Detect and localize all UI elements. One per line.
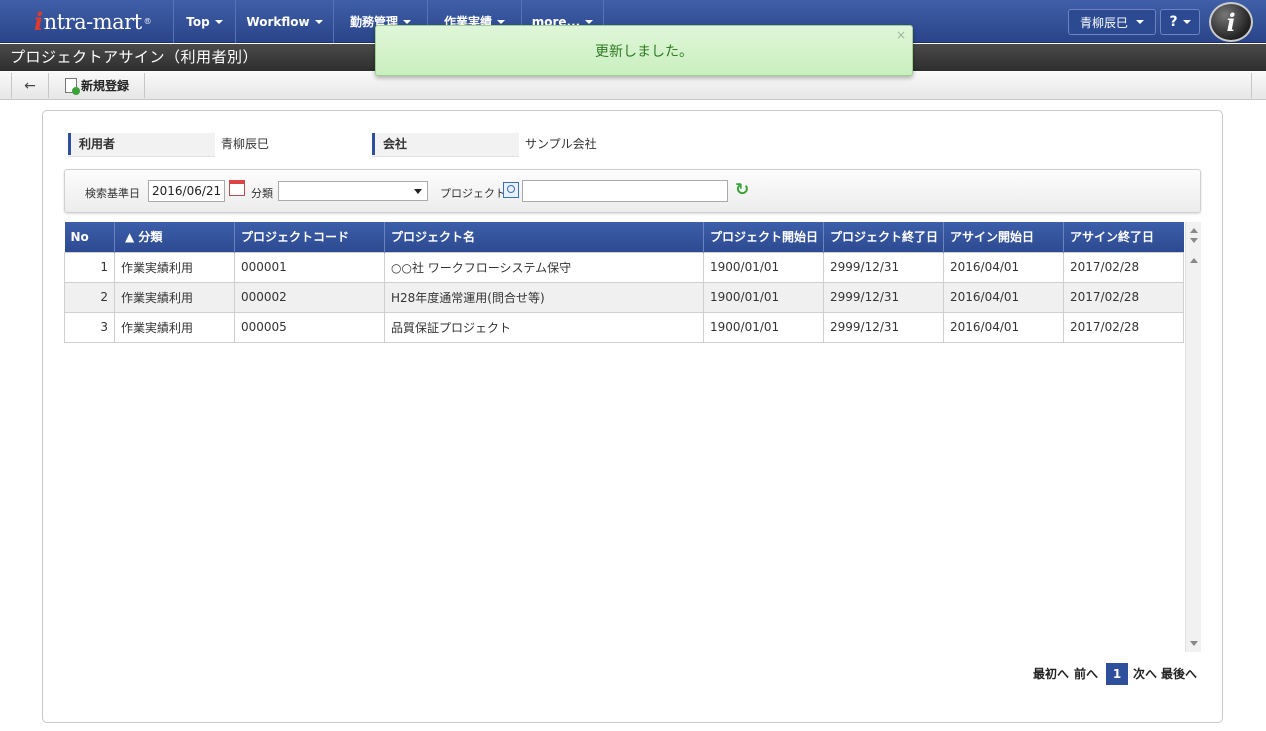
cell-project-end: 2999/12/31 <box>823 311 944 343</box>
pager-first[interactable]: 最初へ <box>1033 663 1069 683</box>
cell-code: 000001 <box>234 251 385 283</box>
new-registration-button[interactable]: 新規登録 <box>50 73 145 98</box>
cell-no: 3 <box>64 311 115 343</box>
table-row[interactable]: 3 作業実績利用 000005 品質保証プロジェクト 1900/01/01 29… <box>64 311 1184 343</box>
chevron-down-icon <box>214 19 223 24</box>
logo-text: ntra-mart <box>43 9 143 34</box>
new-document-icon <box>64 78 80 95</box>
col-header-category[interactable]: ▲ 分類 <box>114 222 235 252</box>
cell-project-start: 1900/01/01 <box>703 311 824 343</box>
intra-mart-logo[interactable]: i ntra-mart ® <box>0 0 172 43</box>
grid-scrollbar[interactable] <box>1185 222 1201 652</box>
nav-workflow[interactable]: Workflow <box>235 0 333 43</box>
close-icon[interactable]: × <box>896 28 906 42</box>
cell-assign-start: 2016/04/01 <box>943 251 1064 283</box>
col-header-name[interactable]: プロジェクト名 <box>384 222 704 252</box>
nav-top[interactable]: Top <box>173 0 235 43</box>
help-menu-button[interactable]: ? <box>1160 9 1200 35</box>
scroll-up-icon[interactable] <box>1190 228 1198 233</box>
cell-category: 作業実績利用 <box>114 281 235 313</box>
chevron-down-icon <box>403 19 411 24</box>
cell-no: 1 <box>64 251 115 283</box>
project-label: プロジェクト <box>440 187 506 200</box>
col-header-code[interactable]: プロジェクトコード <box>234 222 385 252</box>
logo-mark: i <box>34 7 43 36</box>
cell-no: 2 <box>64 281 115 313</box>
cell-name: ○○社 ワークフローシステム保守 <box>384 251 704 283</box>
table-row[interactable]: 2 作業実績利用 000002 H28年度通常運用(問合せ等) 1900/01/… <box>64 281 1184 313</box>
chevron-down-icon <box>1136 20 1144 24</box>
pager-prev[interactable]: 前へ <box>1074 663 1098 683</box>
cell-assign-start: 2016/04/01 <box>943 281 1064 313</box>
company-value: サンプル会社 <box>519 133 1199 157</box>
cell-project-end: 2999/12/31 <box>823 251 944 283</box>
cell-code: 000005 <box>234 311 385 343</box>
cell-name: H28年度通常運用(問合せ等) <box>384 281 704 313</box>
user-label: 利用者 <box>68 133 215 155</box>
cell-category: 作業実績利用 <box>114 251 235 283</box>
table-header-row: No ▲ 分類 プロジェクトコード プロジェクト名 プロジェクト開始日 プロジェ… <box>64 222 1184 252</box>
pager-last[interactable]: 最後へ <box>1161 663 1197 683</box>
brand-badge-icon[interactable]: i <box>1209 2 1253 42</box>
pager-next[interactable]: 次へ <box>1133 663 1157 683</box>
cell-project-start: 1900/01/01 <box>703 251 824 283</box>
col-header-assign-end[interactable]: アサイン終了日 <box>1063 222 1184 252</box>
cell-assign-end: 2017/02/28 <box>1063 251 1184 283</box>
success-toast: 更新しました。 × <box>375 25 913 76</box>
user-menu-button[interactable]: 青柳辰巳 <box>1068 9 1156 35</box>
cell-project-end: 2999/12/31 <box>823 281 944 313</box>
cell-assign-end: 2017/02/28 <box>1063 311 1184 343</box>
toolbar-divider <box>1251 73 1252 98</box>
category-label: 分類 <box>251 187 273 200</box>
base-date-input[interactable]: 2016/06/21 <box>148 180 225 202</box>
scroll-up-icon[interactable] <box>1190 258 1198 263</box>
cell-code: 000002 <box>234 281 385 313</box>
chevron-down-icon <box>585 19 594 24</box>
scroll-down-icon[interactable] <box>1190 641 1198 646</box>
cell-assign-start: 2016/04/01 <box>943 311 1064 343</box>
table-row[interactable]: 1 作業実績利用 000001 ○○社 ワークフローシステム保守 1900/01… <box>64 251 1184 283</box>
cell-name: 品質保証プロジェクト <box>384 311 704 343</box>
toast-message: 更新しました。 <box>595 43 693 60</box>
col-header-assign-start[interactable]: アサイン開始日 <box>943 222 1064 252</box>
cell-assign-end: 2017/02/28 <box>1063 281 1184 313</box>
chevron-down-icon <box>497 19 505 24</box>
arrow-left-icon: ← <box>24 77 36 94</box>
chevron-down-icon <box>1182 20 1191 24</box>
calendar-icon[interactable] <box>229 180 245 196</box>
user-value: 青柳辰巳 <box>215 133 372 157</box>
user-info-row: 利用者 青柳辰巳 会社 サンプル会社 <box>68 133 1199 157</box>
cell-category: 作業実績利用 <box>114 311 235 343</box>
dropdown-arrow-icon <box>414 189 422 194</box>
project-input[interactable] <box>522 180 728 202</box>
refresh-icon[interactable]: ↻ <box>735 182 751 199</box>
search-bar: 検索基準日 2016/06/21 分類 プロジェクト ↻ <box>64 169 1201 213</box>
scroll-down-icon[interactable] <box>1190 238 1198 243</box>
logo-registered-mark: ® <box>143 17 152 26</box>
col-header-project-start[interactable]: プロジェクト開始日 <box>703 222 824 252</box>
pager-current-page[interactable]: 1 <box>1106 663 1128 685</box>
project-table: No ▲ 分類 プロジェクトコード プロジェクト名 プロジェクト開始日 プロジェ… <box>64 222 1184 343</box>
search-icon[interactable] <box>503 182 519 198</box>
company-label: 会社 <box>372 133 519 155</box>
cell-project-start: 1900/01/01 <box>703 281 824 313</box>
col-header-no[interactable]: No <box>64 222 115 252</box>
back-button[interactable]: ← <box>11 73 49 98</box>
chevron-down-icon <box>314 19 323 24</box>
category-select[interactable] <box>278 181 428 201</box>
col-header-project-end[interactable]: プロジェクト終了日 <box>823 222 944 252</box>
date-label: 検索基準日 <box>85 187 140 200</box>
project-grid: No ▲ 分類 プロジェクトコード プロジェクト名 プロジェクト開始日 プロジェ… <box>64 222 1201 652</box>
